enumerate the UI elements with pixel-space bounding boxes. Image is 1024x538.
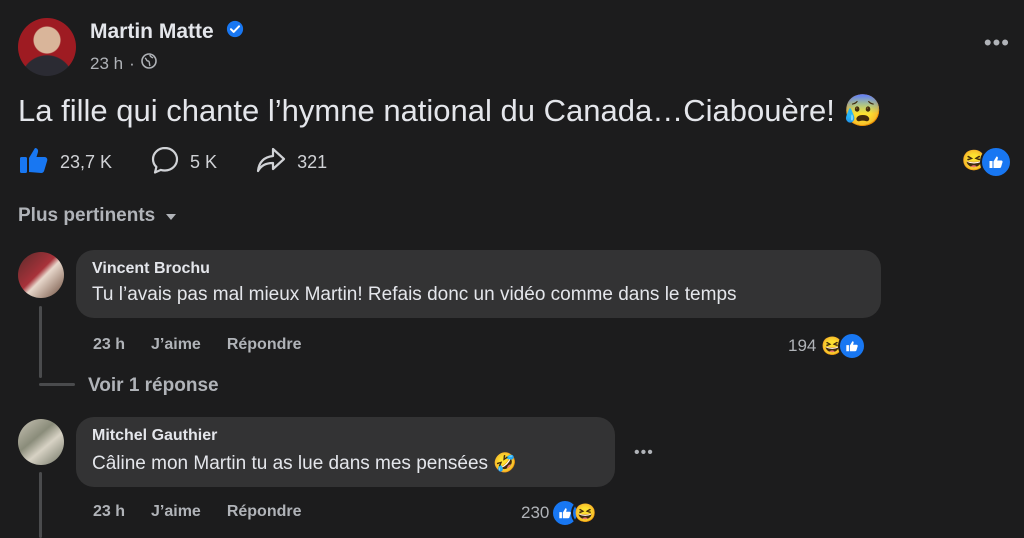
comment-bubble: Vincent Brochu Tu l’avais pas mal mieux …: [76, 250, 881, 318]
comment-time[interactable]: 23 h: [93, 503, 125, 521]
comment-text: Tu l’avais pas mal mieux Martin! Refais …: [92, 284, 737, 305]
like-action[interactable]: 23,7 K: [18, 145, 112, 180]
comment-options-button[interactable]: •••: [634, 444, 654, 462]
share-count: 321: [297, 151, 328, 172]
sort-label: Plus pertinents: [18, 205, 156, 226]
comment-action[interactable]: 5 K: [150, 145, 217, 180]
thread-line: [39, 472, 42, 538]
post-actions: 23,7 K 5 K 321: [18, 144, 365, 180]
thumbs-up-icon: [18, 145, 50, 180]
comment-reactions[interactable]: 194 😆: [788, 332, 867, 360]
comment-reactions[interactable]: 230 😆: [521, 499, 600, 527]
commenter-avatar[interactable]: [18, 252, 64, 298]
post-time[interactable]: 23 h: [90, 54, 123, 74]
author-name-text[interactable]: Martin Matte: [90, 20, 214, 43]
commenter-avatar[interactable]: [18, 419, 64, 465]
author-name[interactable]: Martin Matte: [90, 20, 244, 44]
verified-badge-icon: [226, 20, 244, 44]
like-comment-button[interactable]: J’aime: [151, 503, 201, 521]
reply-button[interactable]: Répondre: [227, 336, 302, 354]
like-comment-button[interactable]: J’aime: [151, 336, 201, 354]
reaction-count: 194: [788, 336, 817, 355]
share-action[interactable]: 321: [255, 145, 327, 180]
comment-meta: 23 h J’aime Répondre: [93, 503, 302, 521]
author-avatar[interactable]: [18, 18, 76, 76]
comment-meta: 23 h J’aime Répondre: [93, 336, 302, 354]
post-meta: 23 h ·: [90, 53, 157, 74]
like-count: 23,7 K: [60, 151, 113, 172]
caret-down-icon: [165, 205, 177, 227]
reply-button[interactable]: Répondre: [227, 503, 302, 521]
reaction-count: 230: [521, 503, 550, 522]
comment-count: 5 K: [190, 151, 218, 172]
globe-icon: [140, 53, 157, 74]
like-reaction-icon: [838, 332, 867, 360]
comment-sort-dropdown[interactable]: Plus pertinents: [18, 205, 177, 227]
meta-separator: ·: [129, 53, 135, 73]
comment-time[interactable]: 23 h: [93, 336, 125, 354]
share-arrow-icon: [255, 145, 287, 180]
comment-text: Câline mon Martin tu as lue dans mes pen…: [92, 453, 517, 474]
haha-reaction-icon: 😆: [571, 499, 600, 527]
thread-line: [39, 306, 42, 378]
like-reaction-icon: [980, 146, 1012, 178]
comment-bubble: Mitchel Gauthier Câline mon Martin tu as…: [76, 417, 615, 487]
commenter-name[interactable]: Vincent Brochu: [92, 260, 865, 278]
commenter-name[interactable]: Mitchel Gauthier: [92, 427, 599, 445]
reaction-summary[interactable]: 😆: [960, 146, 1012, 178]
speech-bubble-icon: [150, 145, 180, 180]
post-options-button[interactable]: •••: [984, 30, 1010, 56]
view-replies-link[interactable]: Voir 1 réponse: [88, 375, 219, 397]
post-text: La fille qui chante l’hymne national du …: [18, 93, 883, 128]
thread-connector: [39, 383, 75, 386]
